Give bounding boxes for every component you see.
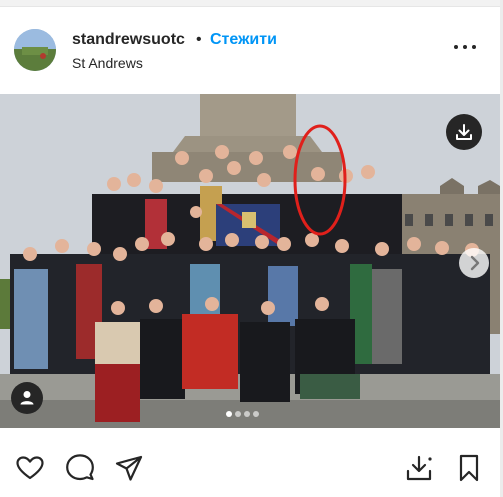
download-icon[interactable] (403, 452, 435, 484)
comment-icon[interactable] (64, 452, 96, 484)
post-image[interactable] (0, 94, 500, 428)
avatar[interactable] (14, 29, 56, 71)
window-top-edge (0, 0, 503, 7)
bookmark-icon[interactable] (453, 452, 485, 484)
more-options-icon[interactable] (452, 38, 478, 56)
post-username[interactable]: standrewsuotc (72, 31, 185, 49)
group-photo (0, 94, 500, 428)
chevron-right-icon[interactable] (459, 248, 489, 278)
carousel-dot (244, 411, 250, 417)
separator-dot: • (196, 31, 202, 48)
post-header: standrewsuotc • Стежити St Andrews (0, 26, 503, 76)
carousel-dot (235, 411, 241, 417)
user-icon[interactable] (11, 382, 43, 414)
send-icon[interactable] (113, 452, 145, 484)
carousel-dot (253, 411, 259, 417)
heart-icon[interactable] (14, 452, 46, 484)
carousel-indicator (226, 404, 262, 417)
action-bar (0, 448, 503, 488)
carousel-dot (226, 411, 232, 417)
download-icon[interactable] (446, 114, 482, 150)
post-location[interactable]: St Andrews (72, 55, 143, 71)
follow-button[interactable]: Стежити (210, 31, 277, 49)
